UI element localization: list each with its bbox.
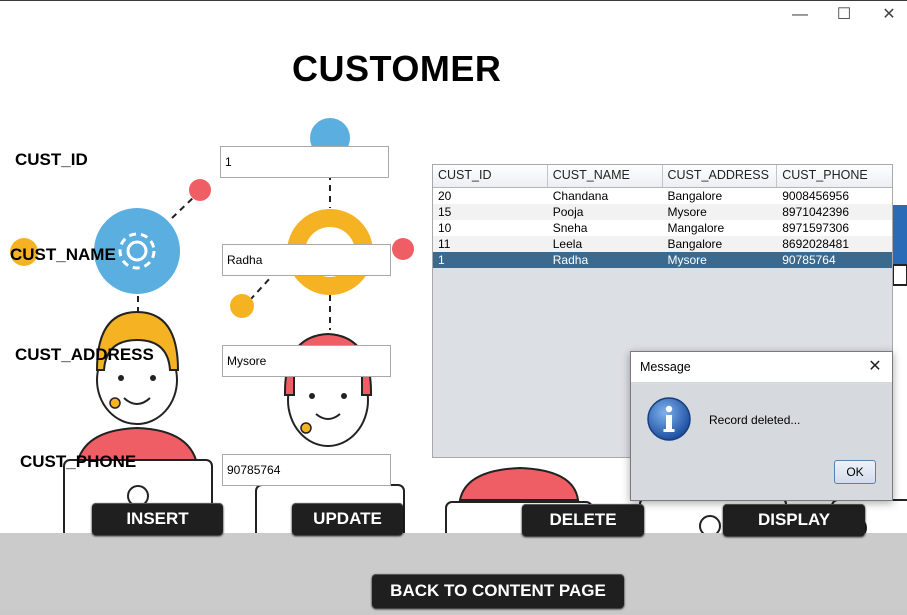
cust-phone-field[interactable] bbox=[222, 454, 391, 486]
table-cell: Pooja bbox=[552, 205, 584, 219]
column-header[interactable]: CUST_PHONE bbox=[777, 165, 892, 187]
table-cell: Radha bbox=[552, 253, 589, 267]
table-cell: 15 bbox=[438, 205, 452, 219]
message-dialog: Message ✕ Record deleted... OK bbox=[630, 351, 893, 501]
column-header[interactable]: CUST_NAME bbox=[548, 165, 663, 187]
table-cell: 8692028481 bbox=[782, 237, 849, 251]
info-icon bbox=[647, 397, 691, 441]
table-cell: 20 bbox=[438, 189, 452, 203]
ok-button[interactable]: OK bbox=[834, 460, 876, 484]
cust-id-field[interactable] bbox=[220, 146, 389, 178]
cust-name-label: CUST_NAME bbox=[10, 245, 116, 264]
table-cell: Chandana bbox=[552, 189, 609, 203]
table-cell: 1 bbox=[438, 253, 445, 267]
column-header[interactable]: CUST_ID bbox=[433, 165, 548, 187]
dialog-message: Record deleted... bbox=[709, 413, 801, 427]
minimize-button[interactable]: — bbox=[786, 4, 814, 26]
cust-name-field[interactable] bbox=[222, 244, 391, 276]
back-to-content-page-button[interactable]: BACK TO CONTENT PAGE bbox=[372, 574, 624, 608]
table-cell: Leela bbox=[552, 237, 583, 251]
table-cell: Bangalore bbox=[667, 237, 723, 251]
table-cell: Mangalore bbox=[667, 221, 725, 235]
table-row[interactable]: 20 Chandana Bangalore 9008456956 bbox=[433, 188, 892, 204]
display-button[interactable]: DISPLAY bbox=[723, 504, 865, 536]
close-window-button[interactable]: ✕ bbox=[875, 4, 903, 26]
insert-button[interactable]: INSERT bbox=[92, 503, 223, 535]
update-button[interactable]: UPDATE bbox=[292, 503, 403, 535]
cust-phone-label: CUST_PHONE bbox=[20, 452, 137, 471]
dialog-close-button[interactable]: ✕ bbox=[864, 356, 886, 378]
cust-address-field[interactable] bbox=[222, 345, 391, 377]
table-row-selected[interactable]: 1 Radha Mysore 90785764 bbox=[433, 252, 892, 268]
maximize-button[interactable]: ☐ bbox=[830, 4, 858, 26]
table-header: CUST_ID CUST_NAME CUST_ADDRESS CUST_PHON… bbox=[433, 165, 892, 188]
delete-button[interactable]: DELETE bbox=[522, 504, 644, 536]
column-header[interactable]: CUST_ADDRESS bbox=[663, 165, 778, 187]
dialog-title: Message bbox=[640, 360, 691, 374]
table-row[interactable]: 11 Leela Bangalore 8692028481 bbox=[433, 236, 892, 252]
cust-address-label: CUST_ADDRESS bbox=[15, 345, 154, 364]
table-row[interactable]: 10 Sneha Mangalore 8971597306 bbox=[433, 220, 892, 236]
table-cell: 90785764 bbox=[782, 253, 836, 267]
table-cell: Mysore bbox=[667, 205, 707, 219]
bottom-strip bbox=[0, 610, 907, 615]
cust-id-label: CUST_ID bbox=[15, 150, 88, 169]
window-border bbox=[0, 0, 907, 1]
table-cell: 11 bbox=[438, 237, 451, 251]
page-title: CUSTOMER bbox=[292, 48, 502, 89]
table-cell: 8971042396 bbox=[782, 205, 849, 219]
table-cell: Sneha bbox=[552, 221, 588, 235]
table-cell: Bangalore bbox=[667, 189, 723, 203]
table-cell: Mysore bbox=[667, 253, 707, 267]
dialog-titlebar: Message ✕ bbox=[631, 352, 892, 382]
table-cell: 10 bbox=[438, 221, 452, 235]
table-cell: 8971597306 bbox=[782, 221, 849, 235]
table-row[interactable]: 15 Pooja Mysore 8971042396 bbox=[433, 204, 892, 220]
table-cell: 9008456956 bbox=[782, 189, 849, 203]
